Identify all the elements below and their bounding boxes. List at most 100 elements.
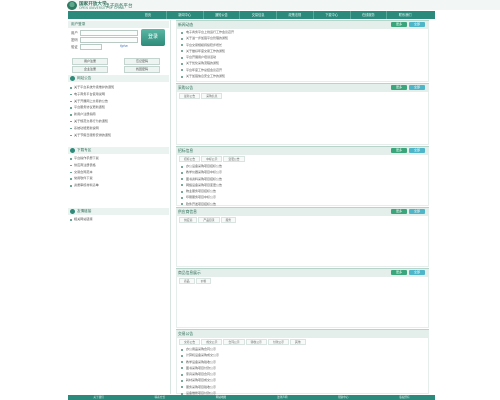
all-button[interactable]: 全部 [409,209,425,214]
tab[interactable]: 中标公示 [201,156,223,162]
panel-title: 采购公告 [178,85,194,90]
nav-item[interactable]: 在线服务 [351,11,388,19]
more-button[interactable]: 更多 [391,270,407,275]
list-item[interactable]: 电子商务平台使用说明 [70,91,168,98]
all-button[interactable]: 全部 [409,270,425,275]
panel-tabs: 招标公告 中标公示 变更公告 [177,155,428,163]
nav-left-cap [68,11,130,19]
list-item[interactable]: 常用软件下载 [70,175,168,182]
tender-list: 办公设备采购项目招标公告 教学仪器采购项目中标公示 图书资料采购项目招标公告 网… [177,163,428,207]
announcements-list: 关于平台系统升级维护的通知 电子商务平台使用说明 关于开展网上交易的公告 平台服… [70,84,168,138]
more-button[interactable]: 更多 [391,148,407,153]
download-icon [70,148,75,153]
tab[interactable]: 交易公告 [179,339,201,345]
procurement-panel: 最新公告 采购信息 [176,91,429,145]
goods-panel: 商品 价格 [176,276,429,328]
tab[interactable]: 验收公示 [245,339,267,345]
tab[interactable]: 采购信息 [201,93,223,99]
all-button[interactable]: 全部 [409,22,425,27]
list-item[interactable]: 平台服务协议更新通知 [70,104,168,111]
list-item[interactable]: 新用户注册指南 [70,111,168,118]
captcha-image[interactable]: fgha [120,44,128,48]
list-item[interactable]: 供应商注册表格 [70,162,168,169]
more-button[interactable]: 更多 [391,85,407,90]
links-list: 相关网站链接 [70,216,168,223]
footer-link[interactable]: 版权所有 [374,395,435,400]
list-item[interactable]: 关于节假日服务安排的通知 [70,132,168,139]
nav-item[interactable]: 新闻中心 [167,11,204,19]
nav-item[interactable]: 政策法规 [277,11,314,19]
footer-bar: 关于我们 联系方式 网站地图 法律声明 帮助中心 版权所有 [68,395,435,400]
tab[interactable]: 产品目录 [198,217,220,223]
panel-tabs: 供应商 产品目录 服务 [177,216,428,224]
tab[interactable]: 最新公告 [179,93,201,99]
footer-link[interactable]: 帮助中心 [313,395,374,400]
more-button[interactable]: 更多 [391,209,407,214]
university-logo-icon[interactable] [67,1,77,10]
links-header: 友情链接 [68,208,169,215]
news-panel-header: 新闻动态 更多 全部 [176,20,429,28]
list-item[interactable]: 关于平台系统升级维护的通知 [70,84,168,91]
downloads-list: 平台操作手册下载 供应商注册表格 交易合同范本 常用软件下载 资质审核材料清单 [70,155,168,189]
panel-title: 招标信息 [178,148,194,153]
link-icon [70,209,75,214]
register-button[interactable]: 用户注册 [72,58,108,65]
announcements-header: 网站公告 [68,75,169,82]
login-title: 用户登录 [68,21,169,28]
list-item[interactable]: 资质审核材料清单 [70,182,168,189]
nav-item[interactable]: 下载中心 [314,11,351,19]
tab[interactable]: 成交公示 [201,339,223,345]
list-item[interactable]: 关于规范交易行为的通知 [70,118,168,125]
username-input[interactable] [80,30,138,36]
list-item[interactable]: 关于加强信息安全工作的通知 [181,73,428,79]
footer-link[interactable]: 网站地图 [190,395,251,400]
supplier-panel-header: 供应商信息 更多 全部 [176,207,429,215]
panel-title: 交易公告 [178,331,194,336]
all-button[interactable]: 全部 [409,148,425,153]
main-nav: 首页 新闻中心 通知公告 交易信息 政策法规 下载中心 在线服务 联系我们 [130,11,423,19]
procurement-panel-header: 采购公告 更多 全部 [176,83,429,91]
all-button[interactable]: 全部 [409,85,425,90]
announcement-icon [70,76,75,81]
captcha-input[interactable] [80,44,102,50]
tab[interactable]: 供应商 [179,217,198,223]
list-item[interactable]: 平台操作手册下载 [70,155,168,162]
footer-link[interactable]: 联系方式 [129,395,190,400]
nav-item[interactable]: 通知公告 [204,11,241,19]
tab[interactable]: 合同公示 [223,339,245,345]
transaction-panel-header: 交易公告 [176,329,429,337]
footer-link[interactable]: 法律声明 [252,395,313,400]
nav-right-cap [423,11,435,19]
password-label: 密码 [71,38,78,42]
company-register-button[interactable]: 企业注册 [72,66,108,73]
panel-title: 新闻动态 [178,22,194,27]
site-title: 电子商务平台 [105,4,133,9]
footer-link[interactable]: 关于我们 [68,395,129,400]
forgot-password-button[interactable]: 忘记密码 [124,58,160,65]
downloads-header: 下载专区 [68,147,169,154]
tab[interactable]: 其他 [290,339,306,345]
list-item[interactable]: 系统功能更新说明 [70,125,168,132]
tab[interactable]: 服务 [220,217,237,223]
tab[interactable]: 价格 [195,278,212,284]
tab[interactable]: 招标公告 [179,156,201,162]
tab[interactable]: 商品 [179,278,195,284]
nav-item[interactable]: 首页 [130,11,167,19]
list-item[interactable]: 相关网站链接 [70,216,168,223]
panel-tabs: 商品 价格 [177,277,428,285]
panel-tabs: 最新公告 采购信息 [177,92,428,100]
login-button[interactable]: 登录 [141,29,165,46]
more-button[interactable]: 更多 [391,22,407,27]
goods-panel-header: 商品信息展示 更多 全部 [176,268,429,276]
section-title: 友情链接 [77,209,92,213]
list-item[interactable]: 关于开展网上交易的公告 [70,98,168,105]
list-item[interactable]: 交易合同范本 [70,169,168,176]
nav-item[interactable]: 交易信息 [240,11,277,19]
tab[interactable]: 付款公示 [267,339,290,345]
password-input[interactable] [80,37,138,43]
transaction-panel: 交易公告 成交公示 合同公示 验收公示 付款公示 其他 办公用品采购合同公示 计… [176,337,429,395]
recover-password-button[interactable]: 找回密码 [124,66,160,73]
tab[interactable]: 变更公告 [223,156,245,162]
nav-item[interactable]: 联系我们 [387,11,423,19]
panel-title: 商品信息展示 [178,270,201,275]
